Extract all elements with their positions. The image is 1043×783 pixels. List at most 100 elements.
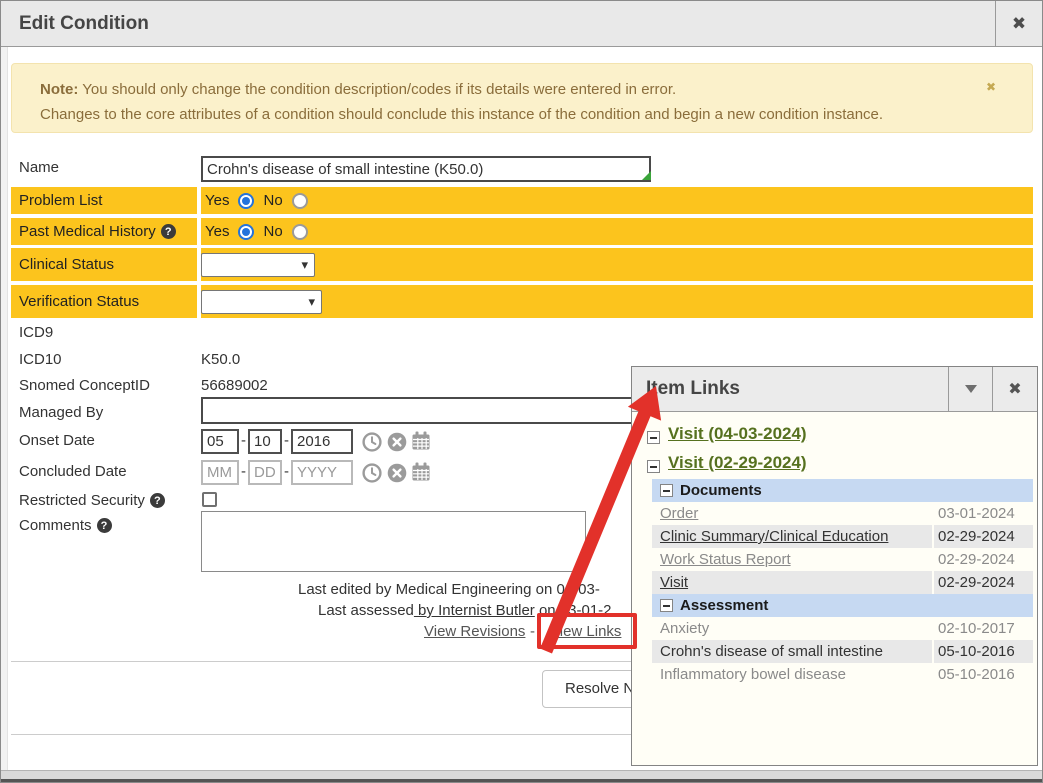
assessment-item: Crohn's disease of small intestine bbox=[652, 640, 932, 663]
concluded-date-label: Concluded Date bbox=[19, 463, 127, 480]
comments-label: Comments ? bbox=[19, 517, 112, 534]
table-row: Clinic Summary/Clinical Education 02-29-… bbox=[632, 525, 1039, 548]
snomed-value: 56689002 bbox=[201, 377, 268, 394]
assessment-date: 02-10-2017 bbox=[934, 617, 1033, 640]
visit-2-link[interactable]: Visit (02-29-2024) bbox=[668, 453, 807, 472]
collapse-icon[interactable] bbox=[660, 599, 673, 612]
pmh-field-cell: Yes No bbox=[201, 218, 1033, 245]
document-link[interactable]: Work Status Report bbox=[660, 551, 791, 568]
documents-section-header: Documents bbox=[652, 479, 1033, 502]
problem-list-no-radio[interactable] bbox=[292, 193, 308, 209]
snomed-label: Snomed ConceptID bbox=[19, 377, 150, 394]
comments-textarea[interactable] bbox=[201, 511, 586, 572]
note-banner: Note: You should only change the conditi… bbox=[11, 63, 1033, 133]
last-edited-text: Last edited by Medical Engineering on 04… bbox=[298, 581, 600, 598]
document-link[interactable]: Order bbox=[660, 505, 698, 522]
table-row: Anxiety 02-10-2017 bbox=[632, 617, 1039, 640]
table-row: Work Status Report 02-29-2024 bbox=[632, 548, 1039, 571]
clinical-status-field-cell bbox=[201, 248, 1033, 281]
chevron-down-icon: ▾ bbox=[301, 257, 308, 273]
onset-day-input[interactable] bbox=[248, 429, 282, 454]
pmh-no-radio[interactable] bbox=[292, 224, 308, 240]
clinical-status-label-cell: Clinical Status bbox=[11, 248, 197, 281]
pmh-yes-radio[interactable] bbox=[238, 224, 254, 240]
table-row: Inflammatory bowel disease 05-10-2016 bbox=[632, 663, 1039, 686]
dialog-titlebar: Edit Condition ✖ bbox=[1, 1, 1042, 47]
chevron-down-icon: ▾ bbox=[308, 294, 315, 310]
section-header-row: Assessment bbox=[632, 594, 1039, 617]
clock-icon[interactable] bbox=[362, 463, 382, 483]
onset-month-input[interactable] bbox=[201, 429, 239, 454]
note-close-icon[interactable]: ✖ bbox=[986, 80, 996, 94]
verification-status-label: Verification Status bbox=[19, 293, 139, 310]
icd9-label: ICD9 bbox=[19, 324, 53, 341]
comments-help-icon[interactable]: ? bbox=[97, 518, 112, 533]
item-links-dropdown-button[interactable] bbox=[948, 367, 992, 411]
dialog-footer bbox=[1, 770, 1042, 782]
concluded-month-input[interactable] bbox=[201, 460, 239, 485]
problem-list-no-label: No bbox=[263, 192, 282, 209]
verification-status-select[interactable]: ▾ bbox=[201, 290, 322, 314]
assessment-item: Inflammatory bowel disease bbox=[652, 663, 932, 686]
document-date: 03-01-2024 bbox=[934, 502, 1033, 525]
date-dash: - bbox=[284, 463, 289, 480]
verification-status-field-cell bbox=[201, 285, 1033, 318]
document-date: 02-29-2024 bbox=[934, 548, 1033, 571]
concluded-day-input[interactable] bbox=[248, 460, 282, 485]
pmh-label-cell: Past Medical History ? bbox=[11, 218, 197, 245]
icd10-value: K50.0 bbox=[201, 351, 240, 368]
verification-status-label-cell: Verification Status bbox=[11, 285, 197, 318]
clear-date-icon[interactable] bbox=[387, 463, 407, 483]
item-links-title: Item Links bbox=[646, 378, 740, 400]
clock-icon[interactable] bbox=[362, 432, 382, 452]
problem-list-field-cell: Yes No bbox=[201, 187, 1033, 214]
restricted-security-help-icon[interactable]: ? bbox=[150, 493, 165, 508]
assessment-section-header: Assessment bbox=[652, 594, 1033, 617]
visit-link-row: Visit (02-29-2024) bbox=[668, 453, 807, 473]
table-row: Visit 02-29-2024 bbox=[632, 571, 1039, 594]
note-label: Note: bbox=[40, 81, 78, 98]
document-date: 02-29-2024 bbox=[934, 525, 1033, 548]
collapse-icon[interactable] bbox=[647, 431, 660, 444]
pmh-yes-label: Yes bbox=[205, 223, 229, 240]
close-icon[interactable]: ✖ bbox=[995, 1, 1042, 46]
section-header-row: Documents bbox=[632, 479, 1039, 502]
pmh-label: Past Medical History bbox=[19, 223, 156, 240]
note-line2: Changes to the core attributes of a cond… bbox=[40, 106, 883, 123]
assessment-date: 05-10-2016 bbox=[934, 663, 1033, 686]
problem-list-yes-radio[interactable] bbox=[238, 193, 254, 209]
edit-condition-dialog: Edit Condition ✖ Note: You should only c… bbox=[0, 0, 1043, 783]
left-gutter bbox=[1, 47, 8, 770]
collapse-icon[interactable] bbox=[647, 460, 660, 473]
document-date: 02-29-2024 bbox=[934, 571, 1033, 594]
onset-year-input[interactable] bbox=[291, 429, 353, 454]
item-links-popup: Item Links ✖ Visit (04-03-2024) Visit (0… bbox=[631, 366, 1038, 766]
assessment-date: 05-10-2016 bbox=[934, 640, 1033, 663]
pmh-help-icon[interactable]: ? bbox=[161, 224, 176, 239]
date-dash: - bbox=[284, 432, 289, 449]
calendar-icon[interactable] bbox=[411, 431, 431, 451]
calendar-icon[interactable] bbox=[411, 462, 431, 482]
document-link[interactable]: Visit bbox=[660, 574, 688, 591]
links-separator: - bbox=[530, 623, 535, 640]
view-revisions-link[interactable]: View Revisions bbox=[424, 623, 525, 640]
note-line1: Note: You should only change the conditi… bbox=[40, 81, 676, 98]
visit-1-link[interactable]: Visit (04-03-2024) bbox=[668, 424, 807, 443]
item-links-close-icon[interactable]: ✖ bbox=[992, 367, 1037, 411]
name-label: Name bbox=[19, 159, 59, 176]
name-resize-grip[interactable] bbox=[642, 171, 651, 180]
collapse-icon[interactable] bbox=[660, 484, 673, 497]
caret-down-icon bbox=[965, 385, 977, 393]
document-link[interactable]: Clinic Summary/Clinical Education bbox=[660, 528, 888, 545]
clear-date-icon[interactable] bbox=[387, 432, 407, 452]
icd10-label: ICD10 bbox=[19, 351, 62, 368]
clinical-status-select[interactable]: ▾ bbox=[201, 253, 315, 277]
concluded-year-input[interactable] bbox=[291, 460, 353, 485]
pmh-no-label: No bbox=[263, 223, 282, 240]
view-links-link[interactable]: View Links bbox=[550, 623, 621, 640]
visit-link-row: Visit (04-03-2024) bbox=[668, 424, 807, 444]
last-assessed-by-link[interactable]: by Internist Butler bbox=[414, 602, 535, 619]
restricted-security-checkbox[interactable] bbox=[202, 492, 217, 507]
date-dash: - bbox=[241, 463, 246, 480]
name-input[interactable] bbox=[201, 156, 651, 182]
